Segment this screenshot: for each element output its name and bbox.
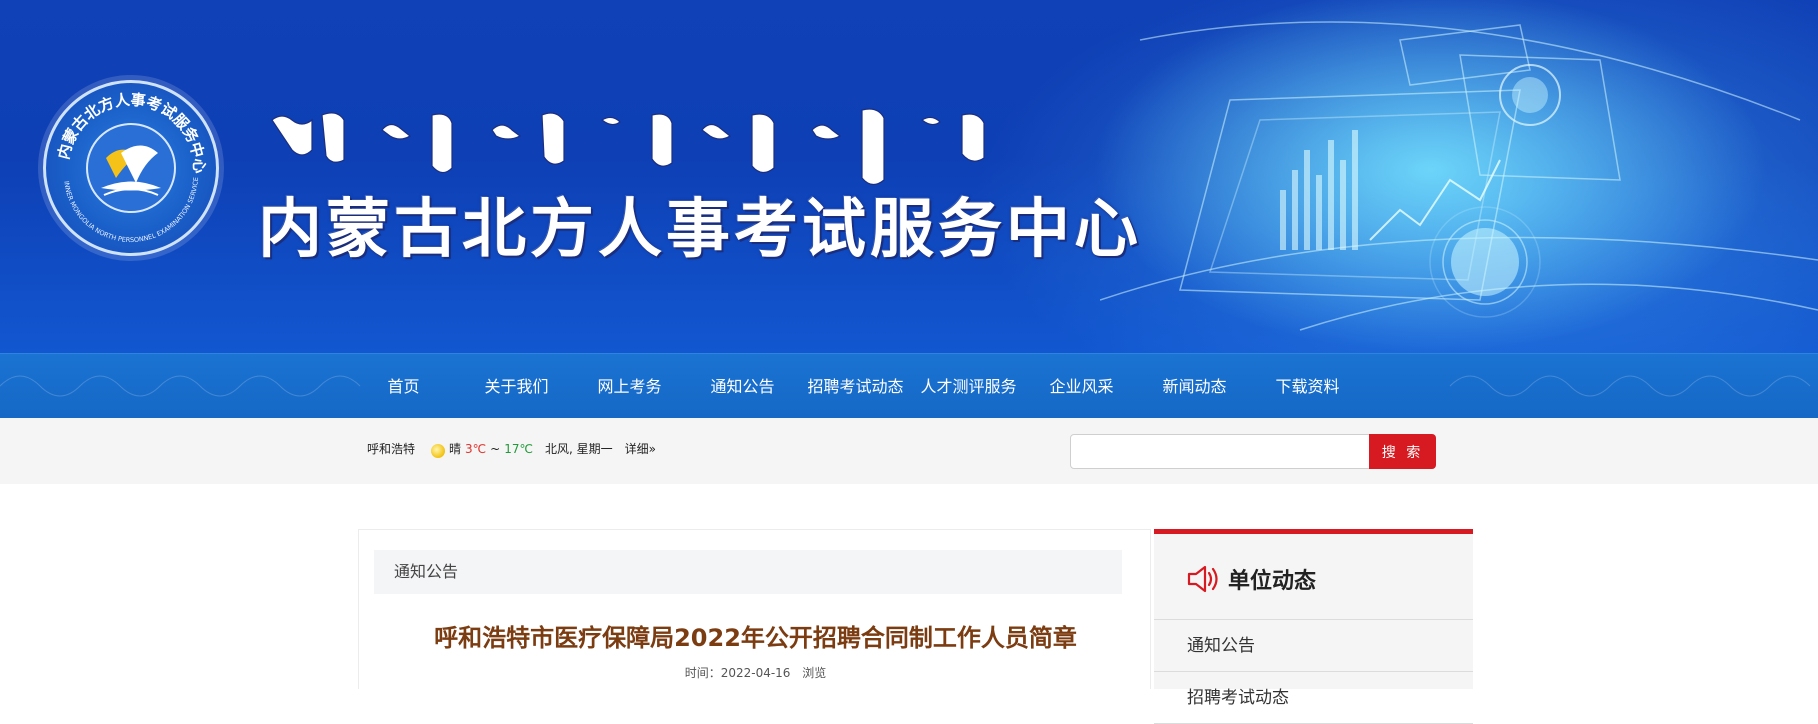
nav-item-online-exam[interactable]: 网上考务	[573, 354, 686, 419]
weather-high: 17℃	[504, 441, 533, 456]
sidebar-header: 单位动态	[1154, 534, 1473, 620]
mongolian-script-logo	[271, 108, 985, 186]
nav-item-enterprise[interactable]: 企业风采	[1025, 354, 1138, 419]
main-nav: 首页 关于我们 网上考务 通知公告 招聘考试动态 人才测评服务 企业风采 新闻动…	[0, 353, 1818, 418]
nav-item-news[interactable]: 新闻动态	[1138, 354, 1251, 419]
nav-item-notices[interactable]: 通知公告	[686, 354, 799, 419]
article-panel: 通知公告 呼和浩特市医疗保障局2022年公开招聘合同制工作人员简章 时间：202…	[358, 529, 1151, 689]
sidebar: 单位动态 通知公告 招聘考试动态	[1154, 529, 1473, 724]
sidebar-item-recruitment-news[interactable]: 招聘考试动态	[1154, 672, 1473, 724]
nav-item-recruitment-news[interactable]: 招聘考试动态	[799, 354, 912, 419]
weather-wind-day: 北风, 星期一	[544, 442, 613, 456]
sidebar-item-notices[interactable]: 通知公告	[1154, 620, 1473, 672]
article-meta: 时间：2022-04-16 浏览	[359, 664, 1152, 681]
speaker-icon	[1187, 565, 1218, 593]
sidebar-title: 单位动态	[1228, 569, 1317, 594]
info-bar: 呼和浩特 晴 3℃ ~ 17℃ 北风, 星期一 详细» 搜 索	[0, 418, 1818, 484]
weather-detail-link[interactable]: 详细»	[625, 440, 656, 457]
nav-menu: 首页 关于我们 网上考务 通知公告 招聘考试动态 人才测评服务 企业风采 新闻动…	[347, 354, 1364, 419]
weather-sep: ~	[490, 441, 501, 456]
article-date: 时间：2022-04-16	[684, 666, 791, 680]
site-logo: 内蒙古北方人事考试服务中心 INNER MONGOLIA NORTH PERSO…	[43, 80, 219, 256]
nav-item-home[interactable]: 首页	[347, 354, 460, 419]
site-title: 内蒙古北方人事考试服务中心	[258, 192, 1142, 267]
header-banner: 内蒙古北方人事考试服务中心 INNER MONGOLIA NORTH PERSO…	[0, 0, 1818, 353]
article-title: 呼和浩特市医疗保障局2022年公开招聘合同制工作人员简章	[434, 624, 1077, 652]
nav-item-downloads[interactable]: 下载资料	[1251, 354, 1364, 419]
weather-city: 呼和浩特	[367, 442, 416, 456]
weather-low: 3℃	[465, 441, 487, 456]
tech-illustration	[1100, 21, 1818, 331]
weather-widget: 呼和浩特 晴 3℃ ~ 17℃ 北风, 星期一 详细»	[367, 440, 660, 458]
sun-icon	[431, 443, 446, 458]
search-button[interactable]: 搜 索	[1369, 434, 1436, 469]
nav-item-talent-assessment[interactable]: 人才测评服务	[912, 354, 1025, 419]
nav-item-about[interactable]: 关于我们	[460, 354, 573, 419]
weather-condition: 晴	[449, 442, 462, 456]
article-views: 浏览	[802, 666, 827, 680]
search-input[interactable]	[1070, 434, 1370, 469]
logo-emblem: 内蒙古北方人事考试服务中心 INNER MONGOLIA NORTH PERSO…	[46, 83, 208, 244]
breadcrumb[interactable]: 通知公告	[374, 550, 1122, 594]
